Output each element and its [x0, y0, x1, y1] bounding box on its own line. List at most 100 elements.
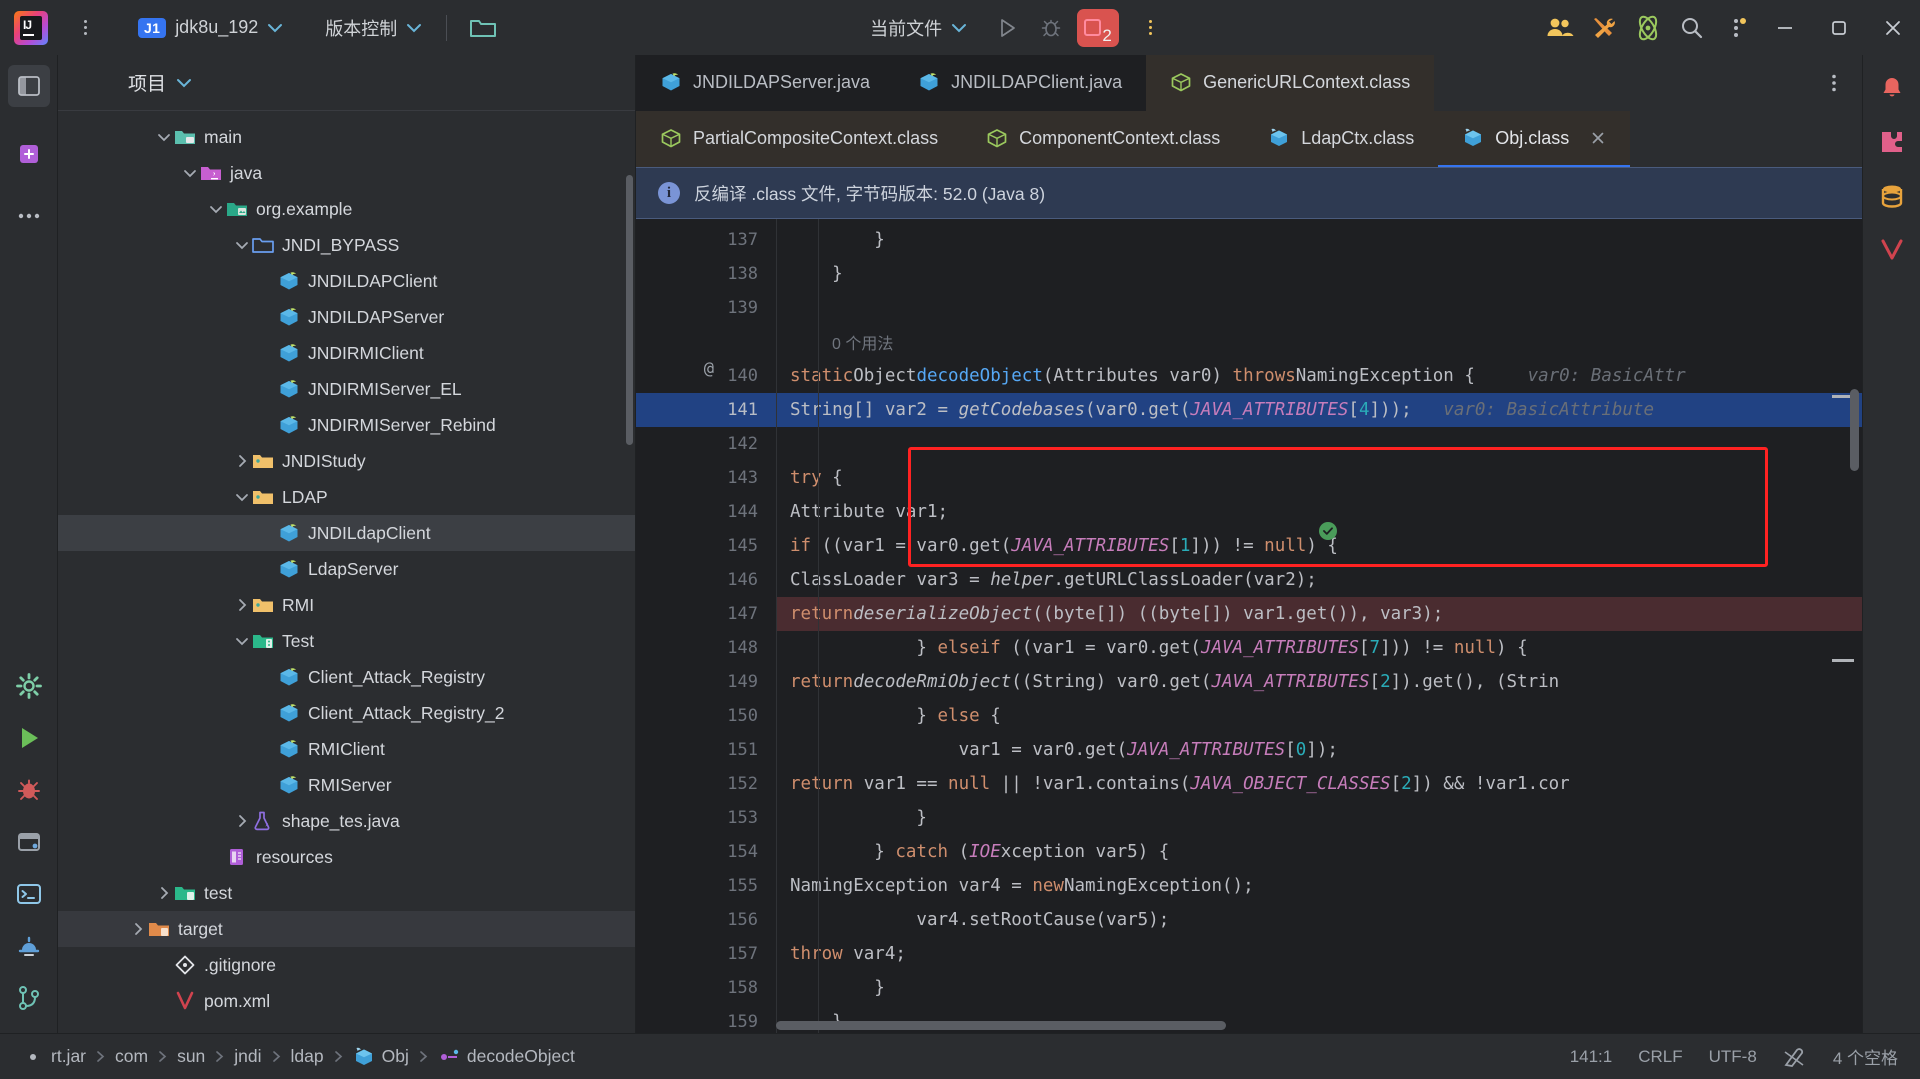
tree-node-rmiclient[interactable]: RMIClient: [58, 731, 635, 767]
sidebar-item-problems-tool-window[interactable]: [8, 925, 50, 967]
tree-node-ldapserver[interactable]: LdapServer: [58, 551, 635, 587]
editor-tab-partialcompositecontext-class[interactable]: PartialCompositeContext.class: [636, 111, 962, 167]
editor-gutter[interactable]: 137138139140@141142143144145146147148149…: [636, 219, 776, 1033]
code-line[interactable]: var4.setRootCause(var5);: [776, 903, 1862, 937]
tree-node-rmi[interactable]: RMI: [58, 587, 635, 623]
code-line[interactable]: }: [776, 801, 1862, 835]
sidebar-item-commit-tool-window[interactable]: [8, 133, 50, 175]
gutter-line-number[interactable]: 146: [636, 563, 776, 597]
code-line[interactable]: } else {: [776, 699, 1862, 733]
code-line[interactable]: } catch (IOException var5) {: [776, 835, 1862, 869]
breadcrumb-item-obj[interactable]: Obj: [347, 1044, 415, 1070]
gutter-line-number[interactable]: 152: [636, 767, 776, 801]
breadcrumb-item-com[interactable]: com: [109, 1044, 154, 1069]
code-line[interactable]: throw var4;: [776, 937, 1862, 971]
code-line[interactable]: return var1 == null || !var1.contains(JA…: [776, 767, 1862, 801]
gutter-line-number[interactable]: 143: [636, 461, 776, 495]
code-line[interactable]: return deserializeObject((byte[]) ((byte…: [776, 597, 1862, 631]
breadcrumb-item-rt-jar[interactable]: rt.jar: [16, 1044, 92, 1070]
code-line[interactable]: ClassLoader var3 = helper.getURLClassLoa…: [776, 563, 1862, 597]
gutter-line-number[interactable]: 144: [636, 495, 776, 529]
gutter-line-number[interactable]: 159: [636, 1005, 776, 1033]
minimize-icon[interactable]: [1758, 0, 1812, 55]
run-configuration-selector[interactable]: 当前文件: [870, 15, 967, 41]
tree-node-jndildapserver[interactable]: JNDILDAPServer: [58, 299, 635, 335]
code-line[interactable]: return decodeRmiObject((String) var0.get…: [776, 665, 1862, 699]
gutter-line-number[interactable]: 154: [636, 835, 776, 869]
tree-node-pom-xml[interactable]: pom.xml: [58, 983, 635, 1019]
chevron-right-icon[interactable]: [232, 811, 252, 831]
gutter-line-number[interactable]: 153: [636, 801, 776, 835]
gutter-line-number[interactable]: 137: [636, 223, 776, 257]
tree-node-main[interactable]: main: [58, 119, 635, 155]
chevron-down-icon[interactable]: [232, 235, 252, 255]
gutter-line-number[interactable]: 148: [636, 631, 776, 665]
folder-icon[interactable]: [469, 16, 497, 40]
more-vertical-icon[interactable]: [1135, 20, 1165, 35]
inspections-icon[interactable]: [1783, 1046, 1807, 1068]
run-play-icon[interactable]: [985, 9, 1029, 47]
editor-tab-componentcontext-class[interactable]: ComponentContext.class: [962, 111, 1244, 167]
annotation-gutter-mark[interactable]: @: [704, 359, 714, 379]
tree-node-test[interactable]: test: [58, 875, 635, 911]
close-tab-icon[interactable]: [1590, 130, 1606, 146]
tree-node-jndirmiserver-el[interactable]: JNDIRMIServer_EL: [58, 371, 635, 407]
editor-tabs-options-icon[interactable]: [1806, 55, 1862, 111]
editor-tab-jndildapclient-java[interactable]: JNDILDAPClient.java: [894, 55, 1146, 111]
code-line[interactable]: static Object decodeObject(Attributes va…: [776, 359, 1862, 393]
breadcrumb-item-jndi[interactable]: jndi: [228, 1044, 267, 1069]
editor-horizontal-scrollbar[interactable]: [776, 1021, 1226, 1030]
tree-node--gitignore[interactable]: .gitignore: [58, 947, 635, 983]
debug-bug-icon[interactable]: [1029, 9, 1073, 47]
atom-science-icon[interactable]: [1626, 9, 1670, 47]
chevron-down-icon[interactable]: [154, 127, 174, 147]
tools-hammer-wrench-icon[interactable]: [1582, 9, 1626, 47]
code-line[interactable]: [776, 427, 1862, 461]
editor-vertical-scrollbar[interactable]: [1850, 389, 1859, 471]
caret-position[interactable]: 141:1: [1570, 1047, 1613, 1067]
sidebar-item-project-tool-window[interactable]: [8, 65, 50, 107]
sidebar-item-plugins[interactable]: [1871, 121, 1913, 163]
chevron-right-icon[interactable]: [232, 451, 252, 471]
hamburger-kebab-icon[interactable]: [70, 20, 100, 35]
gutter-line-number[interactable]: 158: [636, 971, 776, 1005]
chevron-right-icon[interactable]: [154, 883, 174, 903]
collaborate-users-icon[interactable]: [1538, 9, 1582, 47]
gutter-line-number[interactable]: 147: [636, 597, 776, 631]
project-file-tree[interactable]: mainjavaorg.exampleJNDI_BYPASSJNDILDAPCl…: [58, 111, 635, 1033]
gutter-line-number[interactable]: 140@: [636, 359, 776, 393]
tree-node-jndildapclient[interactable]: JNDILdapClient: [58, 515, 635, 551]
gutter-line-number[interactable]: 155: [636, 869, 776, 903]
chevron-down-icon[interactable]: [176, 78, 192, 88]
code-line[interactable]: NamingException var4 = new NamingExcepti…: [776, 869, 1862, 903]
search-icon[interactable]: [1670, 9, 1714, 47]
sidebar-item-settings-tool[interactable]: [8, 665, 50, 707]
file-encoding[interactable]: UTF-8: [1709, 1047, 1757, 1067]
editor-tab-ldapctx-class[interactable]: LdapCtx.class: [1244, 111, 1438, 167]
sidebar-item-terminal-tool-window[interactable]: [8, 873, 50, 915]
code-line[interactable]: [776, 291, 1862, 325]
problems-count-badge[interactable]: 2: [1077, 9, 1119, 47]
tree-node-ldap[interactable]: LDAP: [58, 479, 635, 515]
tree-node-shape-tes-java[interactable]: shape_tes.java: [58, 803, 635, 839]
gutter-line-number[interactable]: 142: [636, 427, 776, 461]
tree-node-target[interactable]: target: [58, 911, 635, 947]
tree-node-client-attack-registry[interactable]: Client_Attack_Registry: [58, 659, 635, 695]
gutter-line-number[interactable]: 138: [636, 257, 776, 291]
close-icon[interactable]: [1866, 0, 1920, 55]
breadcrumb-item-decodeobject[interactable]: decodeObject: [432, 1044, 581, 1070]
sidebar-item-more-tool-windows[interactable]: [8, 195, 50, 237]
chevron-down-icon[interactable]: [232, 487, 252, 507]
tree-node-jndirmiserver-rebind[interactable]: JNDIRMIServer_Rebind: [58, 407, 635, 443]
sidebar-item-database[interactable]: [1871, 175, 1913, 217]
gutter-line-number[interactable]: 149: [636, 665, 776, 699]
sidebar-item-build-tool-window[interactable]: [8, 821, 50, 863]
sidebar-item-run-tool-window[interactable]: [8, 717, 50, 759]
sidebar-item-version-control-tool-window[interactable]: [8, 977, 50, 1019]
tree-node-jndildapclient[interactable]: JNDILDAPClient: [58, 263, 635, 299]
code-line[interactable]: } else if ((var1 = var0.get(JAVA_ATTRIBU…: [776, 631, 1862, 665]
tree-node-jndistudy[interactable]: JNDIStudy: [58, 443, 635, 479]
chevron-right-icon[interactable]: [128, 919, 148, 939]
project-scrollbar[interactable]: [626, 175, 633, 445]
code-line[interactable]: String[] var2 = getCodebases(var0.get(JA…: [776, 393, 1862, 427]
